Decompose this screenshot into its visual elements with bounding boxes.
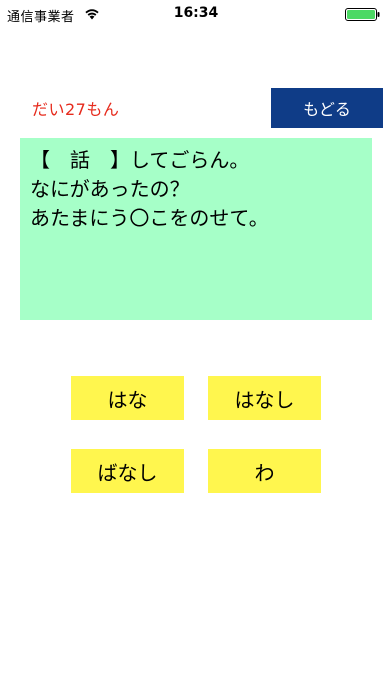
question-line: なにがあったの？ — [30, 177, 190, 201]
back-button[interactable]: もどる — [271, 88, 383, 128]
answer-button-2[interactable]: はなし — [208, 376, 321, 420]
answer-button-4[interactable]: わ — [208, 449, 321, 493]
battery-full-icon — [345, 8, 380, 21]
question-line: あたまにう〇こをのせて。 — [30, 206, 269, 230]
status-bar: 通信事業者 16:34 — [0, 0, 392, 28]
answer-button-1[interactable]: はな — [71, 376, 184, 420]
clock: 16:34 — [173, 5, 219, 21]
question-line: 【 話 】してごらん。 — [30, 148, 250, 172]
answer-button-3[interactable]: ばなし — [71, 449, 184, 493]
question-panel: 【 話 】してごらん。 なにがあったの？ あたまにう〇こをのせて。 — [20, 138, 372, 320]
question-number: だい27もん — [32, 100, 120, 119]
